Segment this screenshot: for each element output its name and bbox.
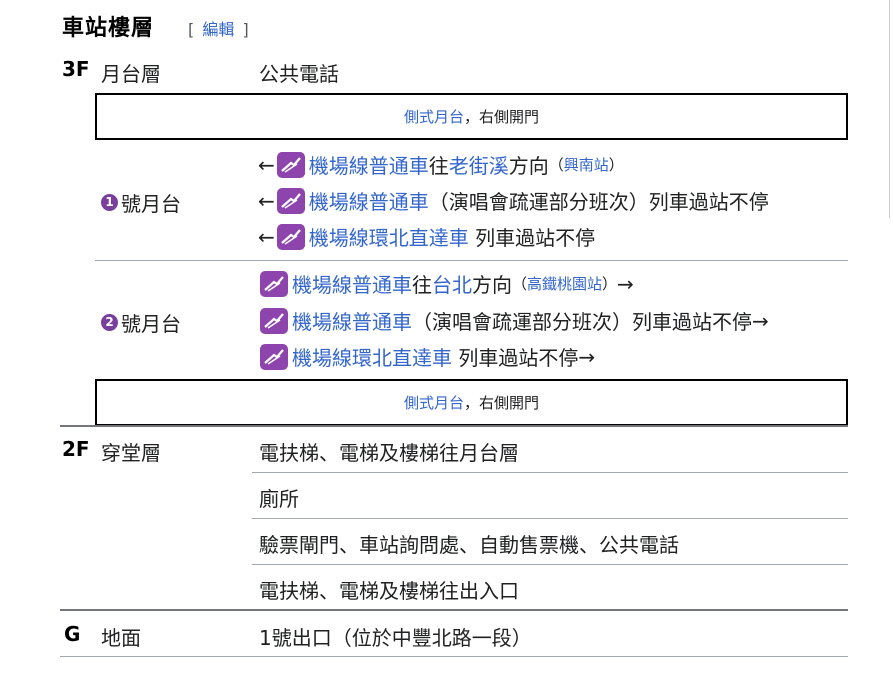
- service-direction-word: 往: [412, 273, 432, 297]
- paren-close: ）: [608, 156, 624, 174]
- paren-open: （: [548, 156, 564, 174]
- destination-link[interactable]: 老街溪: [449, 150, 509, 179]
- platform-2-service-2: 機場線普通車 （演唱會疏運部分班次）列車過站不停 →: [258, 306, 769, 335]
- right-arrow-icon: →: [617, 271, 634, 296]
- airport-mrt-logo-icon: [260, 343, 288, 370]
- floor-g-name: 地面: [101, 626, 141, 650]
- platform-1-service-3: ← 機場線環北直達車 列車過站不停: [258, 222, 595, 251]
- row-divider: [252, 564, 848, 565]
- airport-mrt-logo-icon: [260, 307, 288, 334]
- platform-1-service-1: ← 機場線普通車 往 老街溪 方向 （興南站）: [258, 150, 624, 179]
- edit-link[interactable]: 編輯: [202, 20, 234, 39]
- platform-2-service-1: 機場線普通車 往 台北 方向 （高鐵桃園站） →: [258, 269, 634, 298]
- airport-mrt-logo-icon: [276, 223, 305, 250]
- floor-divider-2f-g: [60, 609, 848, 611]
- side-platform-link[interactable]: 側式月台: [404, 392, 464, 413]
- side-platform-link[interactable]: 側式月台: [404, 106, 464, 127]
- airport-mrt-logo-icon: [260, 270, 288, 297]
- platform-comma: ，: [463, 108, 479, 126]
- floor-2f-item: 電扶梯、電梯及樓梯往出入口: [259, 579, 519, 603]
- service-line-link[interactable]: 機場線環北直達車: [309, 222, 469, 251]
- service-note: 列車過站不停: [468, 226, 596, 250]
- left-arrow-icon: ←: [258, 188, 275, 213]
- paren-open: （: [512, 275, 528, 293]
- service-line-link[interactable]: 機場線普通車: [292, 306, 412, 335]
- service-line-link[interactable]: 機場線普通車: [309, 186, 429, 215]
- platform-door-text: 右側開門: [479, 108, 540, 126]
- floor-3f-label: 3F: [62, 57, 90, 81]
- floor-2f-label: 2F: [62, 437, 90, 461]
- platform-2-service-3: 機場線環北直達車 列車過站不停 →: [258, 342, 595, 371]
- floor-2f-item: 驗票閘門、車站詢問處、自動售票機、公共電話: [259, 533, 679, 557]
- platform-2-text: 號月台: [121, 312, 181, 336]
- service-direction-suffix: 方向: [472, 273, 512, 297]
- service-line-link[interactable]: 機場線環北直達車: [292, 342, 452, 371]
- edit-bracket-open: [: [188, 20, 195, 39]
- destination-link[interactable]: 台北: [432, 269, 472, 298]
- platform-comma: ，: [463, 394, 479, 412]
- floor-divider-3f-2f: [60, 425, 848, 427]
- paren-close: ）: [602, 275, 618, 293]
- service-note: 列車過站不停: [452, 346, 579, 370]
- edit-section: [ 編輯 ]: [188, 16, 249, 40]
- platform-2-label: 2 號月台: [101, 308, 181, 337]
- service-note: （演唱會疏運部分班次）列車過站不停: [412, 310, 752, 334]
- floor-2f-item: 電扶梯、電梯及樓梯往月台層: [259, 441, 519, 465]
- via-station-link[interactable]: 興南站: [564, 154, 609, 175]
- section-heading: 車站樓層: [62, 16, 155, 41]
- service-line-link[interactable]: 機場線普通車: [292, 269, 412, 298]
- floor-3f-facility: 公共電話: [259, 62, 339, 86]
- via-station-link[interactable]: 高鐵桃園站: [527, 273, 602, 294]
- service-direction-suffix: 方向: [508, 154, 549, 178]
- service-line-link[interactable]: 機場線普通車: [309, 150, 429, 179]
- page-divider: [889, 0, 890, 218]
- right-arrow-icon: →: [752, 308, 769, 333]
- left-arrow-icon: ←: [258, 224, 275, 249]
- left-arrow-icon: ←: [258, 152, 275, 177]
- service-direction-word: 往: [428, 154, 449, 178]
- floor-2f-name: 穿堂層: [101, 441, 161, 465]
- side-platform-box-bottom: 側式月台，右側開門: [95, 379, 848, 426]
- side-platform-box-top: 側式月台，右側開門: [95, 93, 848, 140]
- platform-2-number-icon: 2: [101, 314, 118, 331]
- edit-bracket-close: ]: [242, 20, 249, 39]
- floor-g-label: G: [64, 622, 81, 646]
- airport-mrt-logo-icon: [276, 187, 305, 214]
- platform-door-text: 右側開門: [479, 394, 540, 412]
- exit-1-info: 1號出口（位於中豐北路一段）: [259, 626, 532, 650]
- row-divider: [252, 472, 848, 473]
- floor-3f-name: 月台層: [101, 62, 161, 86]
- platform-divider: [95, 260, 848, 261]
- right-arrow-icon: →: [578, 344, 596, 369]
- platform-1-text: 號月台: [121, 192, 181, 216]
- platform-1-service-2: ← 機場線普通車 （演唱會疏運部分班次）列車過站不停: [258, 186, 769, 215]
- row-divider: [252, 518, 848, 519]
- airport-mrt-logo-icon: [276, 151, 305, 178]
- service-note: （演唱會疏運部分班次）列車過站不停: [428, 190, 769, 214]
- floor-2f-item: 廁所: [259, 487, 299, 511]
- table-bottom-border: [60, 656, 848, 657]
- platform-1-number-icon: 1: [101, 194, 118, 211]
- platform-1-label: 1 號月台: [101, 188, 181, 217]
